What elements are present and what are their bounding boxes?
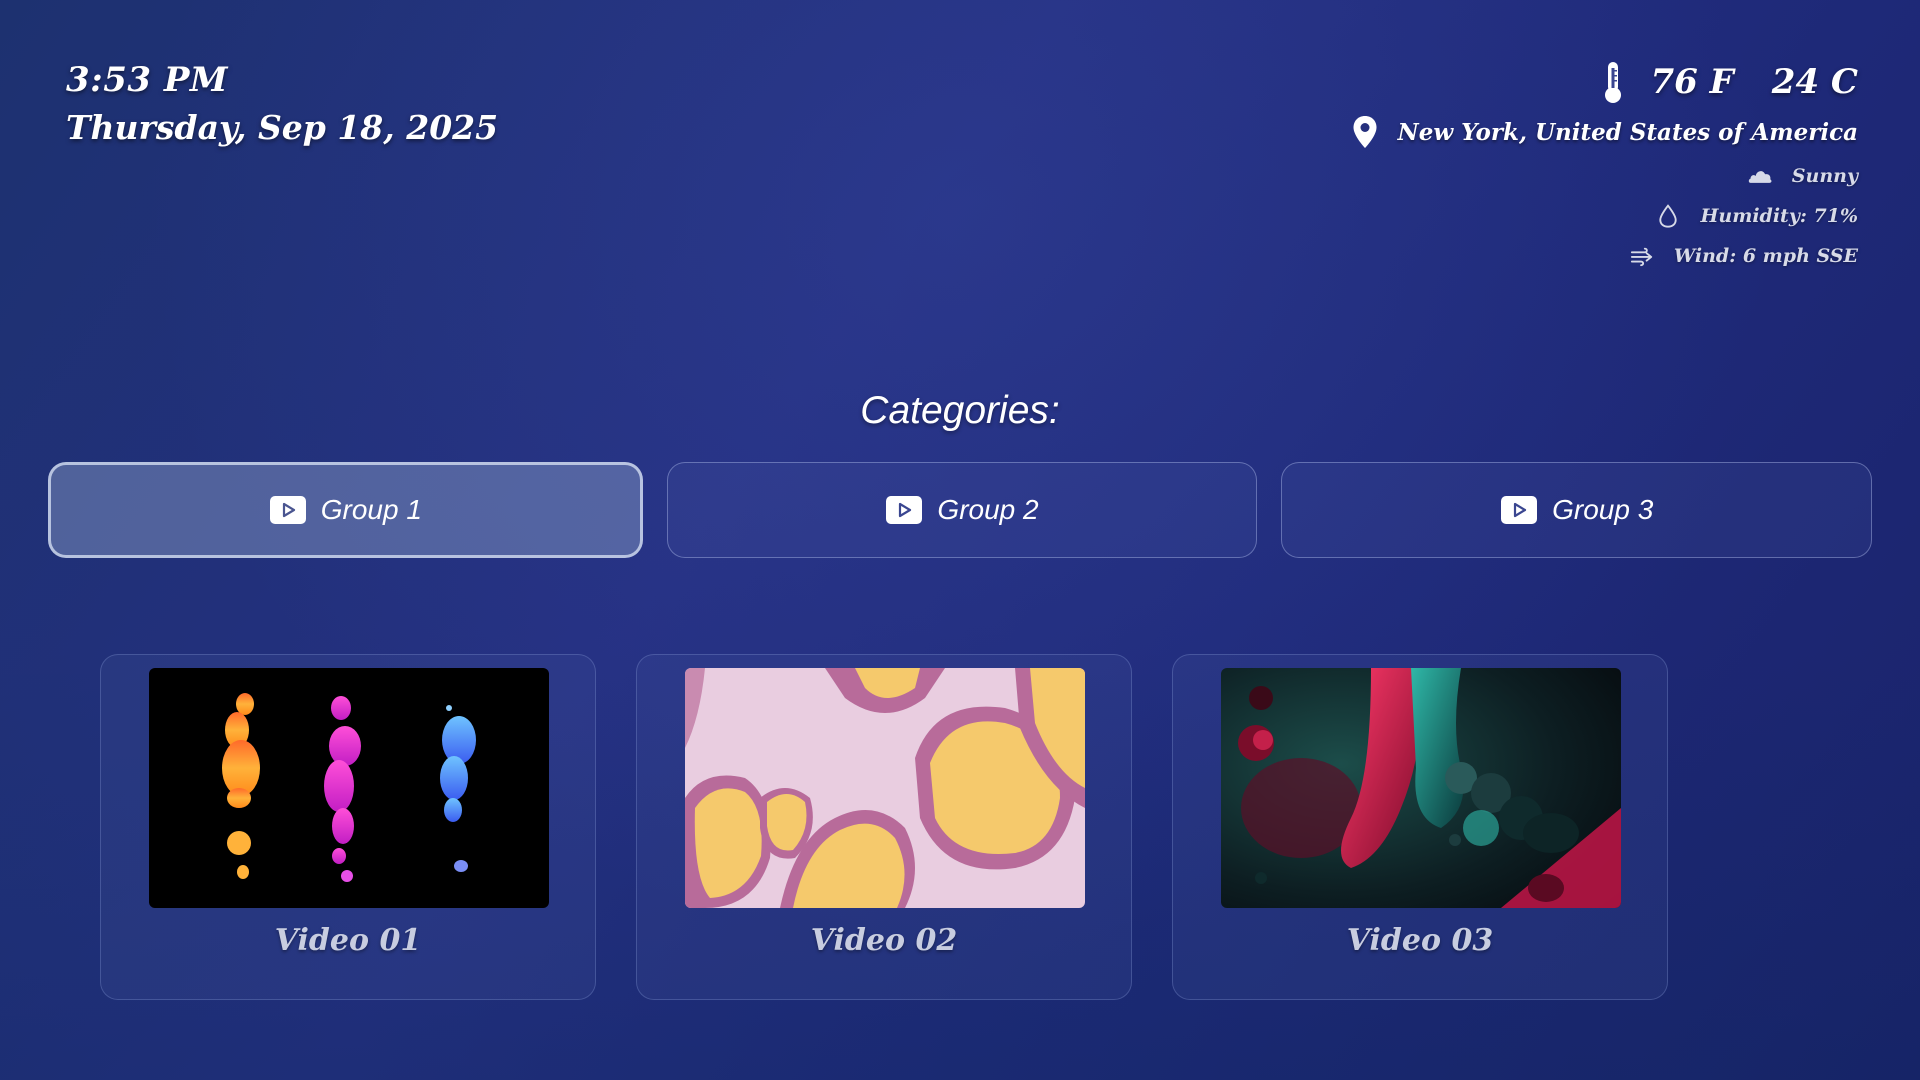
- group-3-button[interactable]: Group 3: [1281, 462, 1873, 558]
- category-tabs: Group 1 Group 2 Group 3: [48, 462, 1873, 558]
- play-icon: [269, 496, 306, 524]
- weather-widget: 76 F 24 C New York, United States of Ame…: [1352, 58, 1858, 276]
- group-3-label: Group 3: [1552, 494, 1654, 525]
- location-name: New York, United States of America: [1397, 118, 1858, 146]
- play-icon: [1501, 496, 1538, 524]
- video-card-03[interactable]: Video 03: [1172, 654, 1668, 1000]
- video-title: Video 03: [1346, 923, 1494, 958]
- humidity-value: Humidity: 71%: [1700, 205, 1858, 227]
- map-pin-icon: [1353, 116, 1377, 148]
- weather-condition: Sunny: [1791, 165, 1858, 187]
- wind-row: Wind: 6 mph SSE: [1352, 236, 1858, 276]
- cloud-icon: [1748, 171, 1772, 183]
- droplet-icon: [1659, 204, 1678, 228]
- video-grid: Video 01 Video 02 Video 03: [100, 654, 1668, 1000]
- categories-title: Categories:: [860, 389, 1060, 432]
- play-icon: [886, 496, 923, 524]
- video-card-02[interactable]: Video 02: [636, 654, 1132, 1000]
- video-card-01[interactable]: Video 01: [100, 654, 596, 1000]
- temperature-fahrenheit: 76 F: [1650, 62, 1734, 102]
- group-1-label: Group 1: [320, 494, 422, 525]
- video-thumbnail: [1221, 668, 1621, 908]
- clock-widget: 3:53 PM Thursday, Sep 18, 2025: [66, 58, 498, 154]
- group-1-button[interactable]: Group 1: [48, 462, 643, 558]
- video-thumbnail: [685, 668, 1085, 908]
- thumbnail-image: [685, 668, 1085, 908]
- humidity-row: Humidity: 71%: [1352, 196, 1858, 236]
- group-2-button[interactable]: Group 2: [666, 462, 1258, 558]
- temperature-celsius: 24 C: [1771, 62, 1858, 102]
- location-row: New York, United States of America: [1352, 108, 1858, 156]
- thumbnail-image: [1221, 668, 1621, 908]
- wind-value: Wind: 6 mph SSE: [1673, 245, 1858, 267]
- group-2-label: Group 2: [937, 494, 1039, 525]
- thermometer-icon: [1605, 62, 1622, 103]
- condition-row: Sunny: [1352, 156, 1858, 196]
- temperature-row: 76 F 24 C: [1352, 58, 1858, 106]
- wind-icon: [1630, 247, 1653, 267]
- video-thumbnail: [149, 668, 549, 908]
- current-time: 3:53 PM: [66, 60, 229, 100]
- current-date: Thursday, Sep 18, 2025: [66, 108, 499, 147]
- video-title: Video 02: [810, 923, 958, 958]
- video-title: Video 01: [274, 923, 422, 958]
- thumbnail-image: [149, 668, 549, 908]
